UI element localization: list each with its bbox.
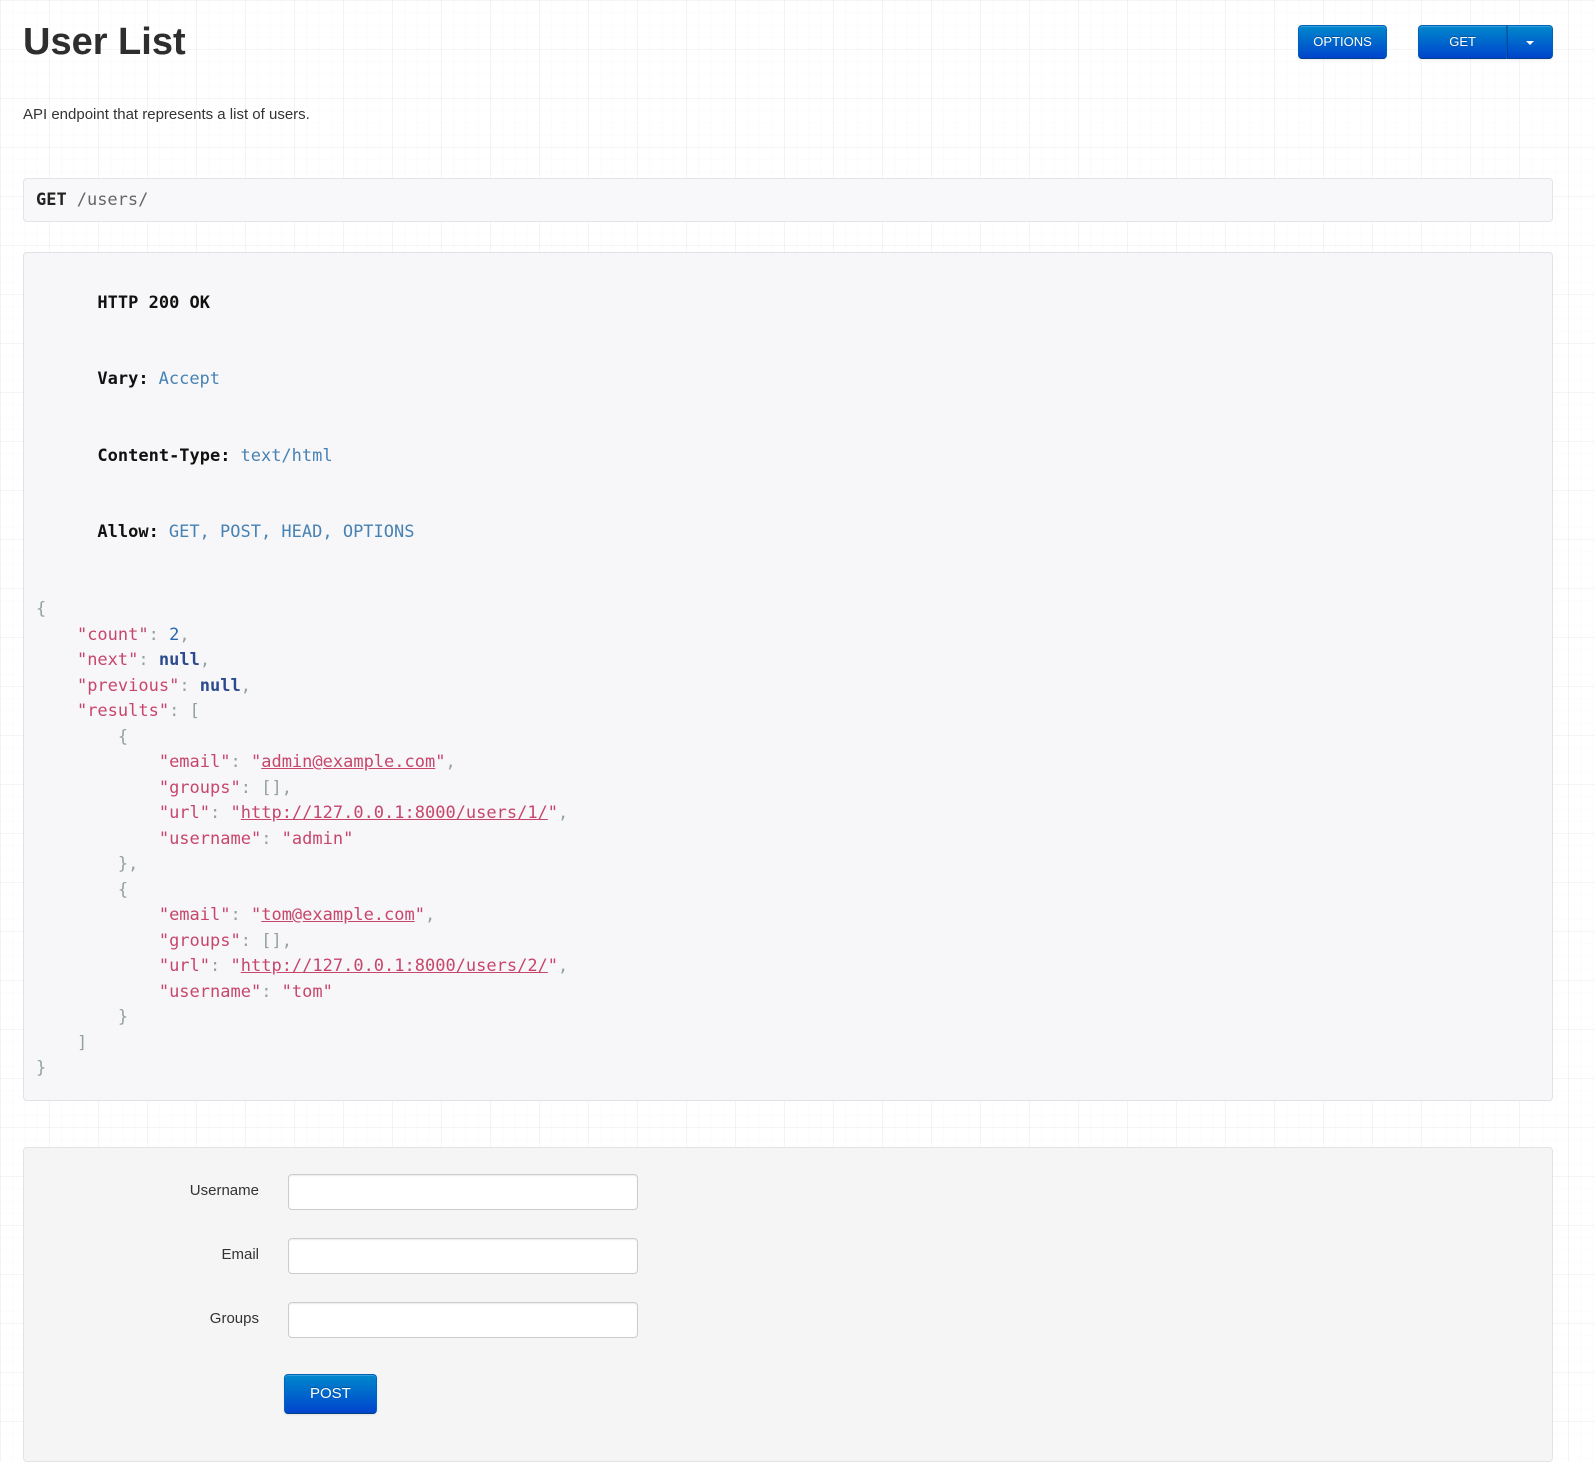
- response-header-line: Allow: GET, POST, HEAD, OPTIONS: [36, 495, 1540, 572]
- request-path: /users/: [77, 190, 149, 210]
- groups-input[interactable]: [288, 1302, 638, 1338]
- toolbar: OPTIONS GET: [1298, 25, 1553, 59]
- get-button[interactable]: GET: [1418, 25, 1507, 59]
- page-container: OPTIONS GET User List API endpoint that …: [0, 0, 1594, 1462]
- request-method: GET: [36, 190, 67, 210]
- create-user-form: Username Email Groups POST: [23, 1147, 1553, 1462]
- get-button-group: GET: [1418, 25, 1553, 59]
- get-format-dropdown-button[interactable]: [1507, 25, 1553, 59]
- form-actions: POST: [284, 1374, 1532, 1414]
- json-value-link[interactable]: http://127.0.0.1:8000/users/2/: [241, 956, 548, 976]
- header-value: Accept: [159, 369, 220, 389]
- request-summary: GET/users/: [23, 178, 1553, 222]
- blank-line: [36, 571, 1540, 597]
- form-row-groups: Groups: [44, 1302, 1532, 1338]
- response-status-line: HTTP 200 OK: [36, 265, 1540, 342]
- response-status: HTTP 200 OK: [97, 293, 210, 313]
- response-header-line: Vary: Accept: [36, 342, 1540, 419]
- header-name: Vary:: [97, 369, 148, 389]
- response-header-line: Content-Type: text/html: [36, 418, 1540, 495]
- json-value-link[interactable]: http://127.0.0.1:8000/users/1/: [241, 803, 548, 823]
- username-input[interactable]: [288, 1174, 638, 1210]
- header-value: text/html: [240, 446, 332, 466]
- response-json-body: { "count": 2, "next": null, "previous": …: [36, 597, 1540, 1082]
- header-name: Allow:: [97, 522, 158, 542]
- header-value: GET, POST, HEAD, OPTIONS: [169, 522, 415, 542]
- options-button[interactable]: OPTIONS: [1298, 25, 1387, 59]
- username-label: Username: [44, 1174, 259, 1199]
- json-value-link[interactable]: admin@example.com: [261, 752, 435, 772]
- groups-label: Groups: [44, 1302, 259, 1327]
- caret-down-icon: [1526, 41, 1534, 45]
- email-input[interactable]: [288, 1238, 638, 1274]
- page-description: API endpoint that represents a list of u…: [23, 106, 1553, 124]
- form-row-username: Username: [44, 1174, 1532, 1210]
- email-label: Email: [44, 1238, 259, 1263]
- header-name: Content-Type:: [97, 446, 230, 466]
- form-row-email: Email: [44, 1238, 1532, 1274]
- json-value-link[interactable]: tom@example.com: [261, 905, 415, 925]
- response-panel: HTTP 200 OK Vary: Accept Content-Type: tex…: [23, 252, 1553, 1101]
- post-button[interactable]: POST: [284, 1374, 377, 1414]
